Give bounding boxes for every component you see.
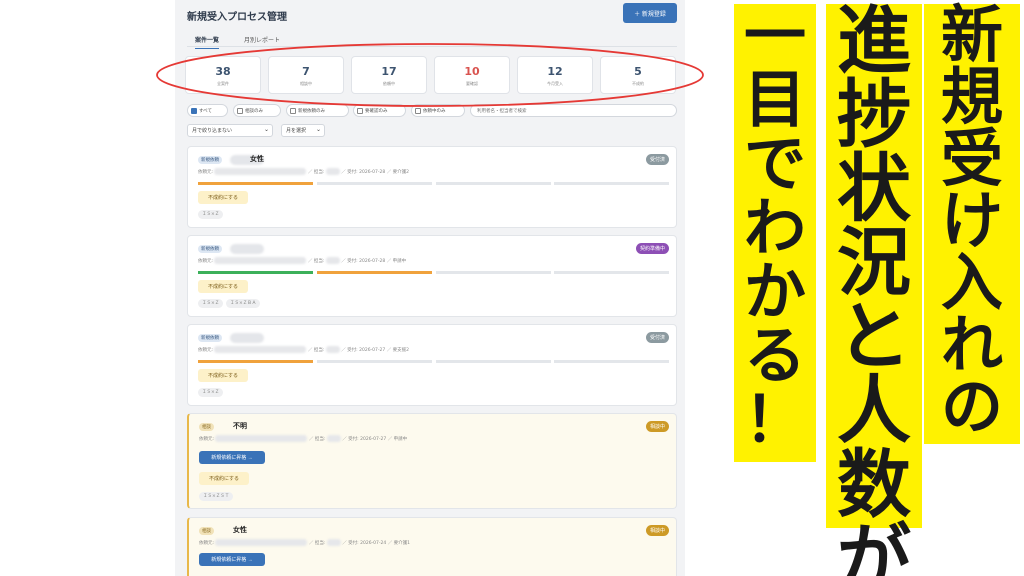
- caption-line-1: 新規受け入れの: [940, 0, 1003, 443]
- caption-right-column: 進捗状況と人数が: [826, 4, 922, 576]
- caption-left-column: 一目でわかる！: [734, 4, 816, 462]
- caption-line-3: 一目でわかる！: [743, 0, 806, 456]
- caption-far-right-column: 新規受け入れの: [924, 4, 1020, 444]
- caption-line-2: 進捗状況と人数が: [837, 0, 911, 576]
- highlight-ellipse: [156, 43, 704, 107]
